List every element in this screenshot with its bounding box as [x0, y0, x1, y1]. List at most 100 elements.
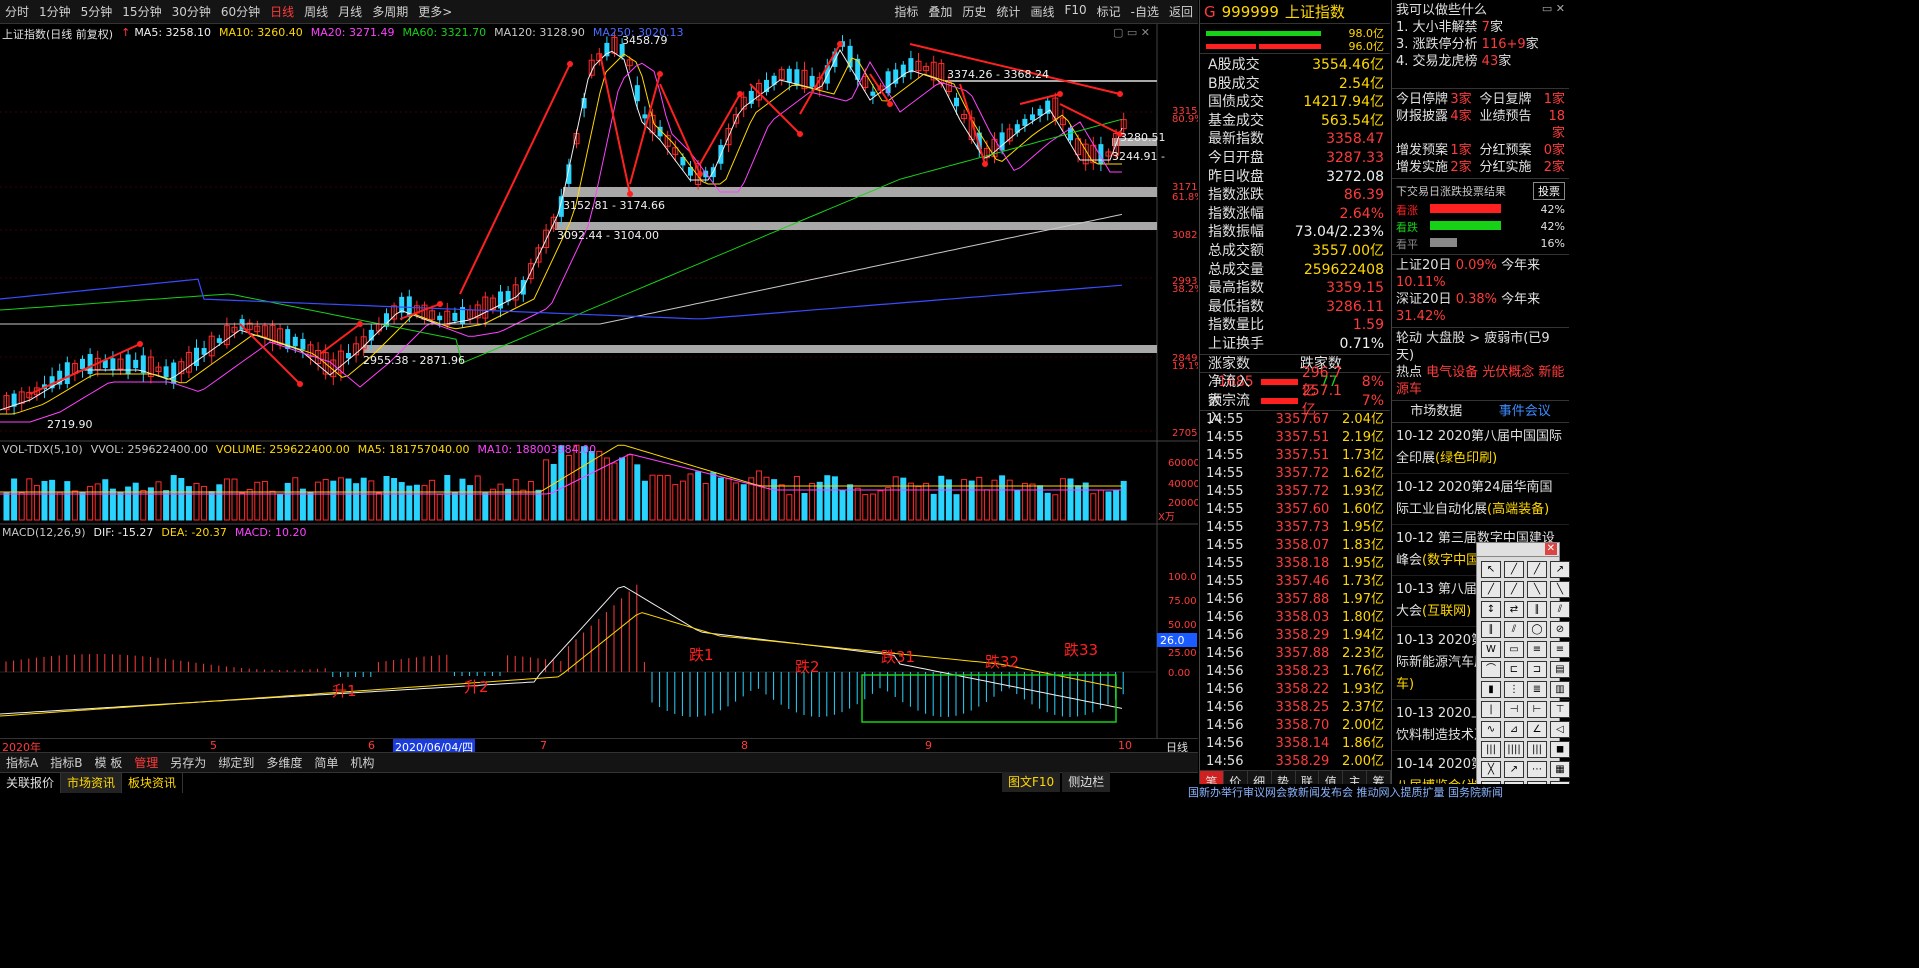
news-item[interactable]: 10-12 2020第八届中国国际全印展(绿色印刷) [1392, 423, 1569, 474]
period-tab[interactable]: 多周期 [367, 3, 413, 20]
draw-tool-icon[interactable]: W [1481, 641, 1501, 658]
assist-item[interactable]: 3. 涨跌停分析 116+9家 [1396, 36, 1565, 53]
draw-tool-icon[interactable]: ╱ [1527, 561, 1547, 578]
toolbar-button[interactable]: -自选 [1126, 3, 1164, 20]
draw-tool-icon[interactable]: ▤ [1550, 661, 1570, 678]
candle-down [300, 338, 306, 350]
toolbar-button[interactable]: 指标 [889, 3, 923, 20]
draw-tool-icon[interactable]: ◯ [1527, 621, 1547, 638]
assist-item[interactable]: 1. 大小非解禁 7家 [1396, 19, 1565, 36]
tick-price: 3357.73 [1275, 520, 1330, 536]
hot-sectors[interactable]: 电气设备 光伏概念 新能源车 [1396, 365, 1564, 397]
draw-tool-icon[interactable]: ╱ [1504, 581, 1524, 598]
draw-tool-icon[interactable]: ∥ [1527, 601, 1547, 618]
period-tab[interactable]: 月线 [333, 3, 367, 20]
draw-tool-icon[interactable]: ╳ [1481, 761, 1501, 778]
draw-tool-icon[interactable]: ∥ [1481, 621, 1501, 638]
indicator-tab[interactable]: 绑定到 [212, 753, 260, 773]
draw-tool-icon[interactable]: ▥ [1550, 681, 1570, 698]
toolbar-button[interactable]: 统计 [991, 3, 1025, 20]
tab-events[interactable]: 事件会议 [1499, 401, 1551, 422]
indicator-tab[interactable]: 机构 [344, 753, 380, 773]
tick-time: 14:56 [1206, 754, 1244, 770]
draw-tool-icon[interactable]: ⫽ [1504, 621, 1524, 638]
draw-tool-icon[interactable]: ||| [1527, 741, 1547, 758]
draw-tool-icon[interactable]: ▦ [1550, 761, 1570, 778]
draw-tool-icon[interactable]: ╱ [1481, 581, 1501, 598]
draw-tool-icon[interactable]: ≡ [1550, 641, 1570, 658]
period-tab[interactable]: 5分钟 [76, 3, 118, 20]
kline-chart-panel[interactable]: 3458.79 3374.26 - 3368.24 3280.51 3244.91 -… [0, 24, 1198, 738]
period-tab[interactable]: 日线 [265, 3, 299, 20]
draw-tool-icon[interactable]: | [1481, 701, 1501, 718]
indicator-tab[interactable]: 管理 [128, 753, 164, 773]
draw-tool-icon[interactable]: ⇄ [1504, 601, 1524, 618]
draw-tool-icon[interactable]: ⊐ [1527, 661, 1547, 678]
window-close-controls[interactable]: ▢ ▭ ✕ [1113, 26, 1150, 39]
draw-tool-icon[interactable]: ╱ [1504, 561, 1524, 578]
toolbar-button[interactable]: 画线 [1025, 3, 1059, 20]
draw-tool-icon[interactable]: ↕ [1481, 601, 1501, 618]
info-tab[interactable]: 板块资讯 [122, 773, 184, 793]
draw-tool-icon[interactable]: ≡ [1527, 641, 1547, 658]
price-axis-label: 80.9% [1172, 114, 1198, 125]
indicator-tab[interactable]: 另存为 [164, 753, 212, 773]
draw-tool-icon[interactable]: ↗ [1504, 761, 1524, 778]
draw-tool-icon[interactable]: ⊘ [1550, 621, 1570, 638]
draw-tool-icon[interactable]: ||| [1481, 741, 1501, 758]
draw-tool-icon[interactable]: ▮ [1481, 681, 1501, 698]
tab-market-data[interactable]: 市场数据 [1410, 401, 1462, 422]
volume-bar [535, 489, 542, 521]
draw-tool-icon[interactable]: ⊿ [1504, 721, 1524, 738]
draw-tool-icon[interactable]: ⊏ [1504, 661, 1524, 678]
draw-tool-icon[interactable]: ◼ [1550, 741, 1570, 758]
period-tab[interactable]: 30分钟 [167, 3, 216, 20]
news-item[interactable]: 10-12 2020第24届华南国际工业自动化展(高端装备) [1392, 474, 1569, 525]
draw-tool-icon[interactable]: ⫽ [1550, 601, 1570, 618]
info-tab[interactable]: 关联报价 [0, 773, 62, 793]
draw-tool-icon[interactable]: ∿ [1481, 721, 1501, 738]
toolbar-button[interactable]: 叠加 [923, 3, 957, 20]
draw-tool-icon[interactable]: ⊣ [1504, 701, 1524, 718]
volume-bar [573, 444, 580, 521]
draw-tool-icon[interactable]: ⋯ [1527, 761, 1547, 778]
toolbar-button[interactable]: 标记 [1092, 3, 1126, 20]
toolbar-button[interactable]: 历史 [957, 3, 991, 20]
period-tab[interactable]: 1分钟 [34, 3, 76, 20]
draw-tool-icon[interactable]: ⊤ [1550, 701, 1570, 718]
info-tab[interactable]: 市场资讯 [61, 773, 123, 793]
draw-tool-icon[interactable]: ⋮ [1504, 681, 1524, 698]
assist-item[interactable]: 4. 交易龙虎榜 43家 [1396, 53, 1565, 70]
draw-tool-icon[interactable]: ⌒ [1481, 661, 1501, 678]
indicator-tab[interactable]: 多维度 [260, 753, 308, 773]
side-button[interactable]: 侧边栏 [1062, 772, 1111, 792]
indicator-tab[interactable]: 模 板 [88, 753, 128, 773]
indicator-tab[interactable]: 指标A [0, 753, 44, 773]
draw-tool-icon[interactable]: ▭ [1504, 641, 1524, 658]
period-tab[interactable]: 更多> [413, 3, 457, 20]
draw-tool-icon[interactable]: ╲ [1527, 581, 1547, 598]
index20-row: 上证20日 0.09% 今年来10.11% [1396, 258, 1541, 290]
draw-tool-icon[interactable]: ↖ [1481, 561, 1501, 578]
draw-tool-icon[interactable]: ╲ [1550, 581, 1570, 598]
draw-tool-icon[interactable]: |||| [1504, 741, 1524, 758]
period-tab[interactable]: 15分钟 [117, 3, 166, 20]
draw-tool-icon[interactable]: ∠ [1527, 721, 1547, 738]
vote-button[interactable]: 投票 [1533, 182, 1565, 200]
toolbar-button[interactable]: 返回 [1164, 3, 1198, 20]
indicator-tab[interactable]: 简单 [308, 753, 344, 773]
side-button[interactable]: 图文F10 [1002, 772, 1061, 792]
toolbar-button[interactable]: F10 [1059, 3, 1091, 20]
quote-value: 2.64% [1339, 205, 1384, 222]
draw-tool-icon[interactable]: ↗ [1550, 561, 1570, 578]
draw-tool-icon[interactable]: ≣ [1527, 681, 1547, 698]
period-tab[interactable]: 分时 [0, 3, 34, 20]
period-tab[interactable]: 周线 [299, 3, 333, 20]
draw-tool-icon[interactable]: ◁ [1550, 721, 1570, 738]
kline-chart[interactable]: 3458.793374.26 - 3368.243280.513244.91 -… [0, 24, 1198, 738]
draw-tool-icon[interactable]: ⊢ [1527, 701, 1547, 718]
indicator-tab[interactable]: 指标B [44, 753, 88, 773]
close-icon[interactable]: ▭ ✕ [1542, 2, 1565, 15]
period-tab[interactable]: 60分钟 [216, 3, 265, 20]
close-icon[interactable]: ✕ [1544, 543, 1557, 555]
